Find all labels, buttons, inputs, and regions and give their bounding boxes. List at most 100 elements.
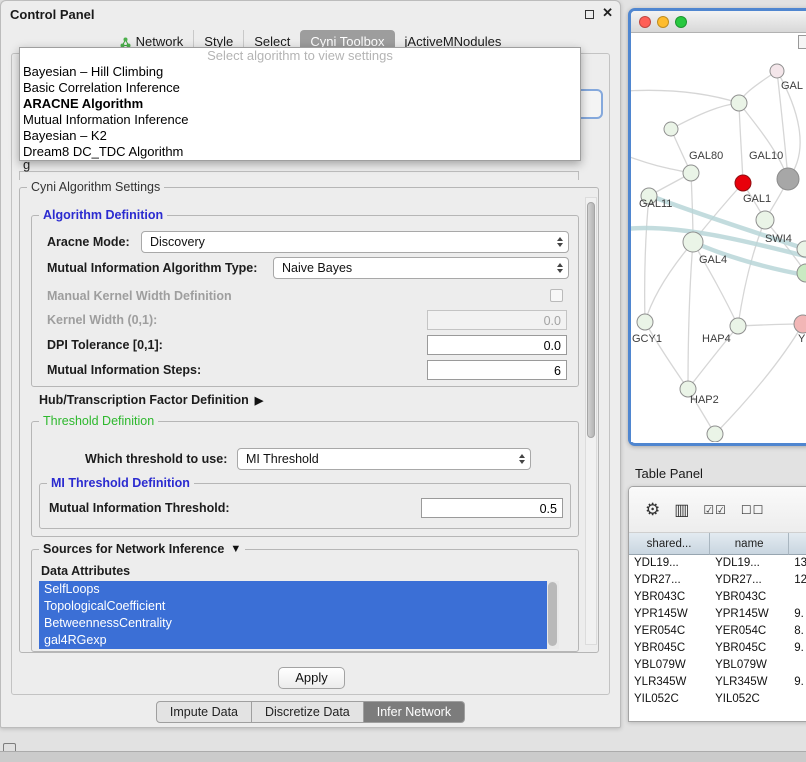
attribute-item-selected[interactable]: gal4RGexp: [39, 632, 547, 649]
node[interactable]: [707, 426, 723, 442]
settings-group-title: Cyni Algorithm Settings: [27, 180, 164, 194]
table-row[interactable]: YBR043C YBR043C: [629, 589, 806, 606]
cell: YIL052C: [629, 691, 710, 708]
which-threshold-label: Which threshold to use:: [85, 452, 227, 466]
cell: [789, 657, 806, 674]
tab-discretize-data[interactable]: Discretize Data: [252, 701, 364, 723]
column-header-name[interactable]: name: [710, 533, 789, 555]
table-row[interactable]: YBL079W YBL079W: [629, 657, 806, 674]
popup-option[interactable]: Mutual Information Inference: [20, 112, 580, 128]
popup-option[interactable]: Dream8 DC_TDC Algorithm: [20, 144, 580, 160]
node-pink[interactable]: [794, 315, 806, 333]
node-label: HAP2: [690, 394, 719, 406]
popup-option-selected[interactable]: ARACNE Algorithm: [20, 96, 580, 112]
stepper-arrows-icon: [557, 263, 563, 273]
attribute-list-scrollbar-thumb[interactable]: [548, 582, 557, 646]
settings-scrollbar[interactable]: [585, 197, 597, 645]
node-green[interactable]: [797, 264, 806, 282]
dpi-tolerance-field[interactable]: 0.0: [427, 335, 567, 355]
node-label: GAL1: [743, 193, 771, 205]
node[interactable]: [731, 95, 747, 111]
which-threshold-select[interactable]: MI Threshold: [237, 448, 531, 470]
popup-option[interactable]: Basic Correlation Inference: [20, 80, 580, 96]
settings-scrollbar-thumb[interactable]: [587, 202, 595, 438]
column-header-clipped[interactable]: [789, 533, 806, 555]
cell: YLR345W: [710, 674, 789, 691]
node-label-layer: GAL GAL80 GAL10 GAL11 GAL1 SWI4 GAL4 GCY…: [632, 80, 806, 406]
popup-option[interactable]: Bayesian – K2: [20, 128, 580, 144]
cell: 8.: [789, 623, 806, 640]
select-all-icon[interactable]: ☑☑: [703, 503, 727, 517]
cell: YBR045C: [629, 640, 710, 657]
cell: YDR27...: [710, 572, 789, 589]
cell: YIL052C: [710, 691, 789, 708]
mac-minimize-button[interactable]: [657, 16, 669, 28]
float-window-icon[interactable]: [585, 10, 594, 19]
table-row[interactable]: YPR145W YPR145W 9.: [629, 606, 806, 623]
close-icon[interactable]: ✕: [602, 5, 613, 21]
attribute-item-selected[interactable]: SelfLoops: [39, 581, 547, 598]
mac-close-button[interactable]: [639, 16, 651, 28]
attribute-list-scrollbar[interactable]: [547, 581, 559, 649]
apply-button[interactable]: Apply: [278, 667, 345, 689]
table-header: shared... name: [629, 533, 806, 555]
popup-placeholder-option: Select algorithm to view settings: [20, 48, 580, 64]
bottom-strip: [0, 751, 806, 762]
cell: 9.: [789, 640, 806, 657]
clipped-groupbox-fragment: [19, 171, 579, 180]
table-row[interactable]: YER054C YER054C 8.: [629, 623, 806, 640]
cell: [789, 589, 806, 606]
aracne-mode-select[interactable]: Discovery: [141, 231, 569, 253]
table-row[interactable]: YDR27... YDR27... 12: [629, 572, 806, 589]
cell: [789, 691, 806, 708]
tab-infer-network[interactable]: Infer Network: [364, 701, 465, 723]
node-gal10-selected[interactable]: [735, 175, 751, 191]
cell: YPR145W: [629, 606, 710, 623]
table-row[interactable]: YIL052C YIL052C: [629, 691, 806, 708]
gear-icon[interactable]: ⚙: [645, 500, 660, 520]
cell: YBL079W: [710, 657, 789, 674]
mi-threshold-field[interactable]: 0.5: [421, 498, 563, 518]
mi-type-select[interactable]: Naive Bayes: [273, 257, 569, 279]
cell: YER054C: [629, 623, 710, 640]
node-label: GAL4: [699, 254, 727, 266]
cell: YBL079W: [629, 657, 710, 674]
table-panel-window: ⚙ ▥ ☑☑ ☐☐ shared... name YDL19... YDL19.…: [628, 486, 806, 722]
node-gcy1[interactable]: [637, 314, 653, 330]
node-hap4[interactable]: [730, 318, 746, 334]
cell: YDL19...: [710, 555, 789, 572]
node-gal80[interactable]: [683, 165, 699, 181]
columns-icon[interactable]: ▥: [674, 500, 689, 520]
mi-steps-label: Mutual Information Steps:: [47, 363, 201, 377]
node-gal4[interactable]: [683, 232, 703, 252]
table-row[interactable]: YBR045C YBR045C 9.: [629, 640, 806, 657]
table-panel-title: Table Panel: [635, 466, 703, 481]
algorithm-definition-title: Algorithm Definition: [39, 208, 167, 222]
mi-type-value: Naive Bayes: [282, 261, 352, 275]
table-row[interactable]: YDL19... YDL19... 13: [629, 555, 806, 572]
expand-down-icon: ▼: [230, 543, 241, 555]
attribute-item-selected[interactable]: BetweennessCentrality: [39, 615, 547, 632]
threshold-definition-title: Threshold Definition: [39, 414, 158, 428]
cell: YDR27...: [629, 572, 710, 589]
mi-steps-field[interactable]: 6: [427, 360, 567, 380]
table-row[interactable]: YLR345W YLR345W 9.: [629, 674, 806, 691]
node-large-gray[interactable]: [777, 168, 799, 190]
mac-zoom-button[interactable]: [675, 16, 687, 28]
popup-option[interactable]: Bayesian – Hill Climbing: [20, 64, 580, 80]
node-label: HAP4: [702, 333, 731, 345]
sources-toggle[interactable]: Sources for Network Inference ▼: [39, 542, 245, 556]
node-label: GCY1: [632, 333, 662, 345]
view-corner-button[interactable]: [798, 35, 806, 49]
node[interactable]: [664, 122, 678, 136]
hub-definition-toggle[interactable]: Hub/Transcription Factor Definition ▶: [39, 393, 263, 407]
data-attributes-label: Data Attributes: [41, 564, 130, 578]
cell: YER054C: [710, 623, 789, 640]
node[interactable]: [770, 64, 784, 78]
deselect-all-icon[interactable]: ☐☐: [741, 503, 765, 517]
tab-impute-data[interactable]: Impute Data: [156, 701, 252, 723]
attribute-item-selected[interactable]: TopologicalCoefficient: [39, 598, 547, 615]
column-header-shared-name[interactable]: shared...: [629, 533, 710, 555]
node-gal1[interactable]: [756, 211, 774, 229]
network-canvas[interactable]: GAL GAL80 GAL10 GAL11 GAL1 SWI4 GAL4 GCY…: [631, 33, 806, 442]
